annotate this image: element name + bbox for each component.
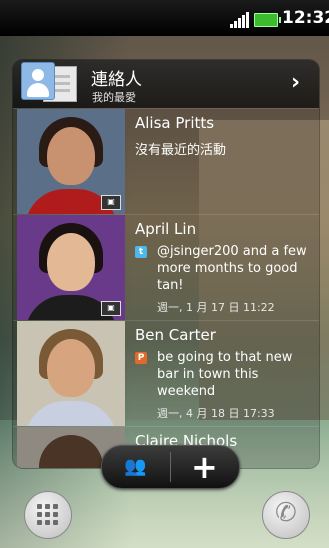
contact-status: @jsinger200 and a few more months to goo… xyxy=(157,244,307,293)
people-icon: 👥 xyxy=(124,456,147,477)
source-p-icon: P xyxy=(135,352,147,364)
contact-status: be going to that new bar in town this we… xyxy=(157,350,293,399)
contact-photo[interactable] xyxy=(17,321,125,426)
plus-icon: + xyxy=(191,448,218,486)
contacts-icon xyxy=(21,62,79,104)
add-contact-button[interactable]: + xyxy=(171,446,239,488)
apps-grid-icon xyxy=(37,504,59,526)
contact-photo[interactable]: ▣ xyxy=(17,109,125,214)
contact-name: Alisa Pritts xyxy=(135,114,215,132)
contact-time: 週一, 4 月 18 日 17:33 xyxy=(157,407,275,420)
widget-actions: 👥 + xyxy=(101,445,240,489)
chevron-right-icon[interactable]: › xyxy=(291,70,300,95)
all-apps-button[interactable] xyxy=(24,491,72,539)
battery-icon xyxy=(254,13,281,27)
contact-row-april-lin[interactable]: ▣ April Lin t @jsinger200 and a few more… xyxy=(13,214,319,320)
contact-status: 沒有最近的活動 xyxy=(135,143,227,158)
twitter-icon: t xyxy=(135,246,147,258)
contact-name: Ben Carter xyxy=(135,326,216,344)
contact-photo[interactable]: ▣ xyxy=(17,215,125,320)
social-badge-icon: ▣ xyxy=(101,195,121,210)
contacts-widget: 連絡人 我的最愛 › ▣ Alisa Pritts 沒有最近的活動 ▣ Apri… xyxy=(13,60,319,468)
widget-subtitle: 我的最愛 xyxy=(92,91,136,104)
status-time: 12:32 xyxy=(282,8,329,28)
contact-name: April Lin xyxy=(135,220,197,238)
social-badge-icon: ▣ xyxy=(101,301,121,316)
widget-title: 連絡人 xyxy=(91,70,142,90)
phone-button[interactable]: ✆ xyxy=(262,491,310,539)
contact-row-ben-carter[interactable]: Ben Carter P be going to that new bar in… xyxy=(13,320,319,426)
contact-time: 週一, 1 月 17 日 11:22 xyxy=(157,301,275,314)
widget-header[interactable]: 連絡人 我的最愛 › xyxy=(13,60,319,108)
contact-row-alisa-pritts[interactable]: ▣ Alisa Pritts 沒有最近的活動 xyxy=(13,108,319,214)
phone-icon: ✆ xyxy=(275,498,297,528)
signal-icon xyxy=(230,12,250,28)
status-bar: 12:32 xyxy=(0,0,329,36)
groups-button[interactable]: 👥 xyxy=(102,446,170,488)
